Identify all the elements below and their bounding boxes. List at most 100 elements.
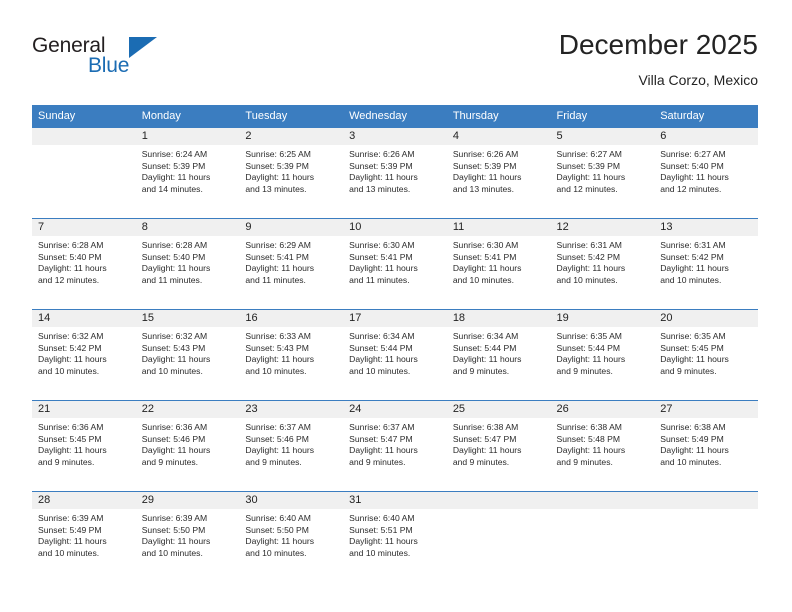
- calendar-day-cell[interactable]: 28 Sunrise: 6:39 AM Sunset: 5:49 PM Dayligh…: [32, 491, 136, 582]
- daylight-text-line1: Daylight: 11 hours: [452, 172, 522, 183]
- calendar-day-cell[interactable]: 21 Sunrise: 6:36 AM Sunset: 5:45 PM Dayligh…: [32, 400, 136, 492]
- day-sun-info: Sunrise: 6:35 AM Sunset: 5:44 PM Daylight:…: [551, 327, 655, 377]
- sunset-text: Sunset: 5:41 PM: [452, 251, 517, 262]
- daylight-text-line2: and 10 minutes.: [660, 274, 722, 285]
- daylight-text-line2: and 9 minutes.: [556, 365, 613, 376]
- day-cell-inner: 27 Sunrise: 6:38 AM Sunset: 5:49 PM Dayligh…: [654, 401, 758, 491]
- daylight-text-line1: Daylight: 11 hours: [38, 263, 107, 274]
- sunset-text: Sunset: 5:46 PM: [141, 433, 206, 444]
- day-cell-inner: 14 Sunrise: 6:32 AM Sunset: 5:42 PM Dayligh…: [32, 310, 136, 400]
- calendar-day-cell[interactable]: 17 Sunrise: 6:34 AM Sunset: 5:44 PM Dayligh…: [343, 309, 447, 401]
- sunrise-text: Sunrise: 6:38 AM: [660, 422, 726, 432]
- day-cell-inner: 25 Sunrise: 6:38 AM Sunset: 5:47 PM Dayligh…: [446, 401, 551, 491]
- calendar-day-cell[interactable]: 19 Sunrise: 6:35 AM Sunset: 5:44 PM Dayligh…: [550, 309, 655, 401]
- calendar-day-cell-empty: [654, 491, 758, 582]
- day-sun-info: Sunrise: 6:37 AM Sunset: 5:46 PM Daylight:…: [239, 418, 343, 468]
- calendar-day-cell[interactable]: 5 Sunrise: 6:27 AM Sunset: 5:39 PM Daylight…: [550, 127, 655, 219]
- daylight-text-line1: Daylight: 11 hours: [660, 354, 729, 365]
- day-sun-info: Sunrise: 6:39 AM Sunset: 5:49 PM Daylight:…: [32, 509, 136, 559]
- sunrise-text: Sunrise: 6:32 AM: [38, 331, 104, 341]
- daylight-text-line2: and 11 minutes.: [245, 274, 306, 285]
- daylight-text-line2: and 14 minutes.: [141, 183, 203, 194]
- daylight-text-line1: Daylight: 11 hours: [245, 263, 315, 274]
- daylight-text-line1: Daylight: 11 hours: [349, 354, 418, 365]
- sunset-text: Sunset: 5:50 PM: [245, 524, 309, 535]
- daylight-text-line2: and 10 minutes.: [349, 365, 411, 376]
- daylight-text-line2: and 10 minutes.: [38, 547, 100, 558]
- day-sun-info: Sunrise: 6:34 AM Sunset: 5:44 PM Daylight:…: [343, 327, 447, 377]
- calendar-day-cell[interactable]: 27 Sunrise: 6:38 AM Sunset: 5:49 PM Dayligh…: [654, 400, 758, 492]
- sunset-text: Sunset: 5:42 PM: [38, 342, 102, 353]
- page-title: December 2025: [558, 29, 758, 60]
- day-number: 30: [239, 492, 344, 509]
- day-cell-inner: 6 Sunrise: 6:27 AM Sunset: 5:40 PM Daylight…: [654, 128, 758, 218]
- calendar-day-cell[interactable]: 13 Sunrise: 6:31 AM Sunset: 5:42 PM Dayligh…: [654, 218, 758, 310]
- calendar-day-cell[interactable]: 4 Sunrise: 6:26 AM Sunset: 5:39 PM Daylight…: [446, 127, 551, 219]
- daylight-text-line1: Daylight: 11 hours: [660, 445, 729, 456]
- calendar-day-cell[interactable]: 11 Sunrise: 6:30 AM Sunset: 5:41 PM Dayligh…: [446, 218, 551, 310]
- sunrise-text: Sunrise: 6:38 AM: [556, 422, 622, 432]
- daylight-text-line2: and 9 minutes.: [349, 456, 406, 467]
- sunrise-text: Sunrise: 6:25 AM: [245, 149, 311, 159]
- calendar-day-cell[interactable]: 20 Sunrise: 6:35 AM Sunset: 5:45 PM Dayligh…: [654, 309, 758, 401]
- calendar-day-cell[interactable]: 26 Sunrise: 6:38 AM Sunset: 5:48 PM Dayligh…: [550, 400, 655, 492]
- sunrise-text: Sunrise: 6:40 AM: [349, 513, 415, 523]
- weekday-header-sunday: Sunday: [32, 105, 136, 128]
- daylight-text-line2: and 13 minutes.: [452, 183, 514, 194]
- calendar-day-cell[interactable]: 31 Sunrise: 6:40 AM Sunset: 5:51 PM Dayligh…: [343, 491, 447, 582]
- day-cell-inner: 21 Sunrise: 6:36 AM Sunset: 5:45 PM Dayligh…: [32, 401, 136, 491]
- day-number: 24: [343, 401, 447, 418]
- sunrise-text: Sunrise: 6:37 AM: [245, 422, 311, 432]
- general-blue-logo[interactable]: General Blue: [32, 34, 212, 90]
- calendar-day-cell[interactable]: 6 Sunrise: 6:27 AM Sunset: 5:40 PM Daylight…: [654, 127, 758, 219]
- day-cell-inner: 18 Sunrise: 6:34 AM Sunset: 5:44 PM Dayligh…: [446, 310, 551, 400]
- calendar-day-cell-empty: [446, 491, 551, 582]
- daylight-text-line2: and 10 minutes.: [38, 365, 100, 376]
- calendar-header-row: Sunday Monday Tuesday Wednesday Thursday…: [32, 105, 758, 128]
- calendar-day-cell[interactable]: 24 Sunrise: 6:37 AM Sunset: 5:47 PM Dayligh…: [343, 400, 447, 492]
- daylight-text-line1: Daylight: 11 hours: [245, 172, 315, 183]
- calendar-day-cell[interactable]: 3 Sunrise: 6:26 AM Sunset: 5:39 PM Daylight…: [343, 127, 447, 219]
- day-cell-inner: 1 Sunrise: 6:24 AM Sunset: 5:39 PM Daylight…: [135, 128, 240, 218]
- day-cell-inner: 8 Sunrise: 6:28 AM Sunset: 5:40 PM Daylight…: [135, 219, 240, 309]
- calendar-day-cell[interactable]: 14 Sunrise: 6:32 AM Sunset: 5:42 PM Dayligh…: [32, 309, 136, 401]
- calendar-day-cell[interactable]: 16 Sunrise: 6:33 AM Sunset: 5:43 PM Dayligh…: [239, 309, 344, 401]
- calendar-day-cell[interactable]: 25 Sunrise: 6:38 AM Sunset: 5:47 PM Dayligh…: [446, 400, 551, 492]
- calendar-day-cell[interactable]: 18 Sunrise: 6:34 AM Sunset: 5:44 PM Dayligh…: [446, 309, 551, 401]
- daylight-text-line1: Daylight: 11 hours: [349, 445, 418, 456]
- calendar-day-cell[interactable]: 23 Sunrise: 6:37 AM Sunset: 5:46 PM Dayligh…: [239, 400, 344, 492]
- calendar-day-cell[interactable]: 9 Sunrise: 6:29 AM Sunset: 5:41 PM Daylight…: [239, 218, 344, 310]
- day-cell-inner: 22 Sunrise: 6:36 AM Sunset: 5:46 PM Dayligh…: [135, 401, 240, 491]
- calendar-day-cell[interactable]: 2 Sunrise: 6:25 AM Sunset: 5:39 PM Daylight…: [239, 127, 344, 219]
- day-cell-inner: 10 Sunrise: 6:30 AM Sunset: 5:41 PM Dayligh…: [343, 219, 447, 309]
- day-sun-info: Sunrise: 6:27 AM Sunset: 5:39 PM Daylight:…: [551, 145, 655, 195]
- daylight-text-line1: Daylight: 11 hours: [349, 536, 418, 547]
- calendar-day-cell[interactable]: 7 Sunrise: 6:28 AM Sunset: 5:40 PM Daylight…: [32, 218, 136, 310]
- sunrise-text: Sunrise: 6:26 AM: [349, 149, 415, 159]
- calendar-day-cell[interactable]: 1 Sunrise: 6:24 AM Sunset: 5:39 PM Daylight…: [135, 127, 240, 219]
- calendar-day-cell[interactable]: 29 Sunrise: 6:39 AM Sunset: 5:50 PM Dayligh…: [135, 491, 240, 582]
- day-number: 6: [654, 128, 758, 145]
- day-number: 1: [135, 128, 240, 145]
- calendar-week-row: 1 Sunrise: 6:24 AM Sunset: 5:39 PM Daylight…: [32, 127, 758, 219]
- calendar-day-cell[interactable]: 10 Sunrise: 6:30 AM Sunset: 5:41 PM Dayligh…: [343, 218, 447, 310]
- sunrise-text: Sunrise: 6:27 AM: [556, 149, 622, 159]
- sunrise-text: Sunrise: 6:29 AM: [245, 240, 311, 250]
- calendar-day-cell[interactable]: 8 Sunrise: 6:28 AM Sunset: 5:40 PM Daylight…: [135, 218, 240, 310]
- calendar-day-cell[interactable]: 22 Sunrise: 6:36 AM Sunset: 5:46 PM Dayligh…: [135, 400, 240, 492]
- calendar-day-cell[interactable]: 12 Sunrise: 6:31 AM Sunset: 5:42 PM Dayligh…: [550, 218, 655, 310]
- logo-text-blue: Blue: [88, 54, 130, 77]
- day-number: [550, 492, 655, 509]
- day-sun-info: Sunrise: 6:38 AM Sunset: 5:47 PM Daylight:…: [447, 418, 551, 468]
- calendar-day-cell[interactable]: 15 Sunrise: 6:32 AM Sunset: 5:43 PM Dayligh…: [135, 309, 240, 401]
- sunset-text: Sunset: 5:42 PM: [556, 251, 621, 262]
- sunrise-text: Sunrise: 6:36 AM: [38, 422, 104, 432]
- sunrise-text: Sunrise: 6:35 AM: [556, 331, 622, 341]
- sunrise-text: Sunrise: 6:27 AM: [660, 149, 726, 159]
- day-number: 20: [654, 310, 758, 327]
- daylight-text-line1: Daylight: 11 hours: [660, 263, 729, 274]
- daylight-text-line2: and 9 minutes.: [556, 456, 613, 467]
- daylight-text-line1: Daylight: 11 hours: [556, 354, 626, 365]
- weekday-header-wednesday: Wednesday: [343, 105, 447, 128]
- calendar-day-cell[interactable]: 30 Sunrise: 6:40 AM Sunset: 5:50 PM Dayligh…: [239, 491, 344, 582]
